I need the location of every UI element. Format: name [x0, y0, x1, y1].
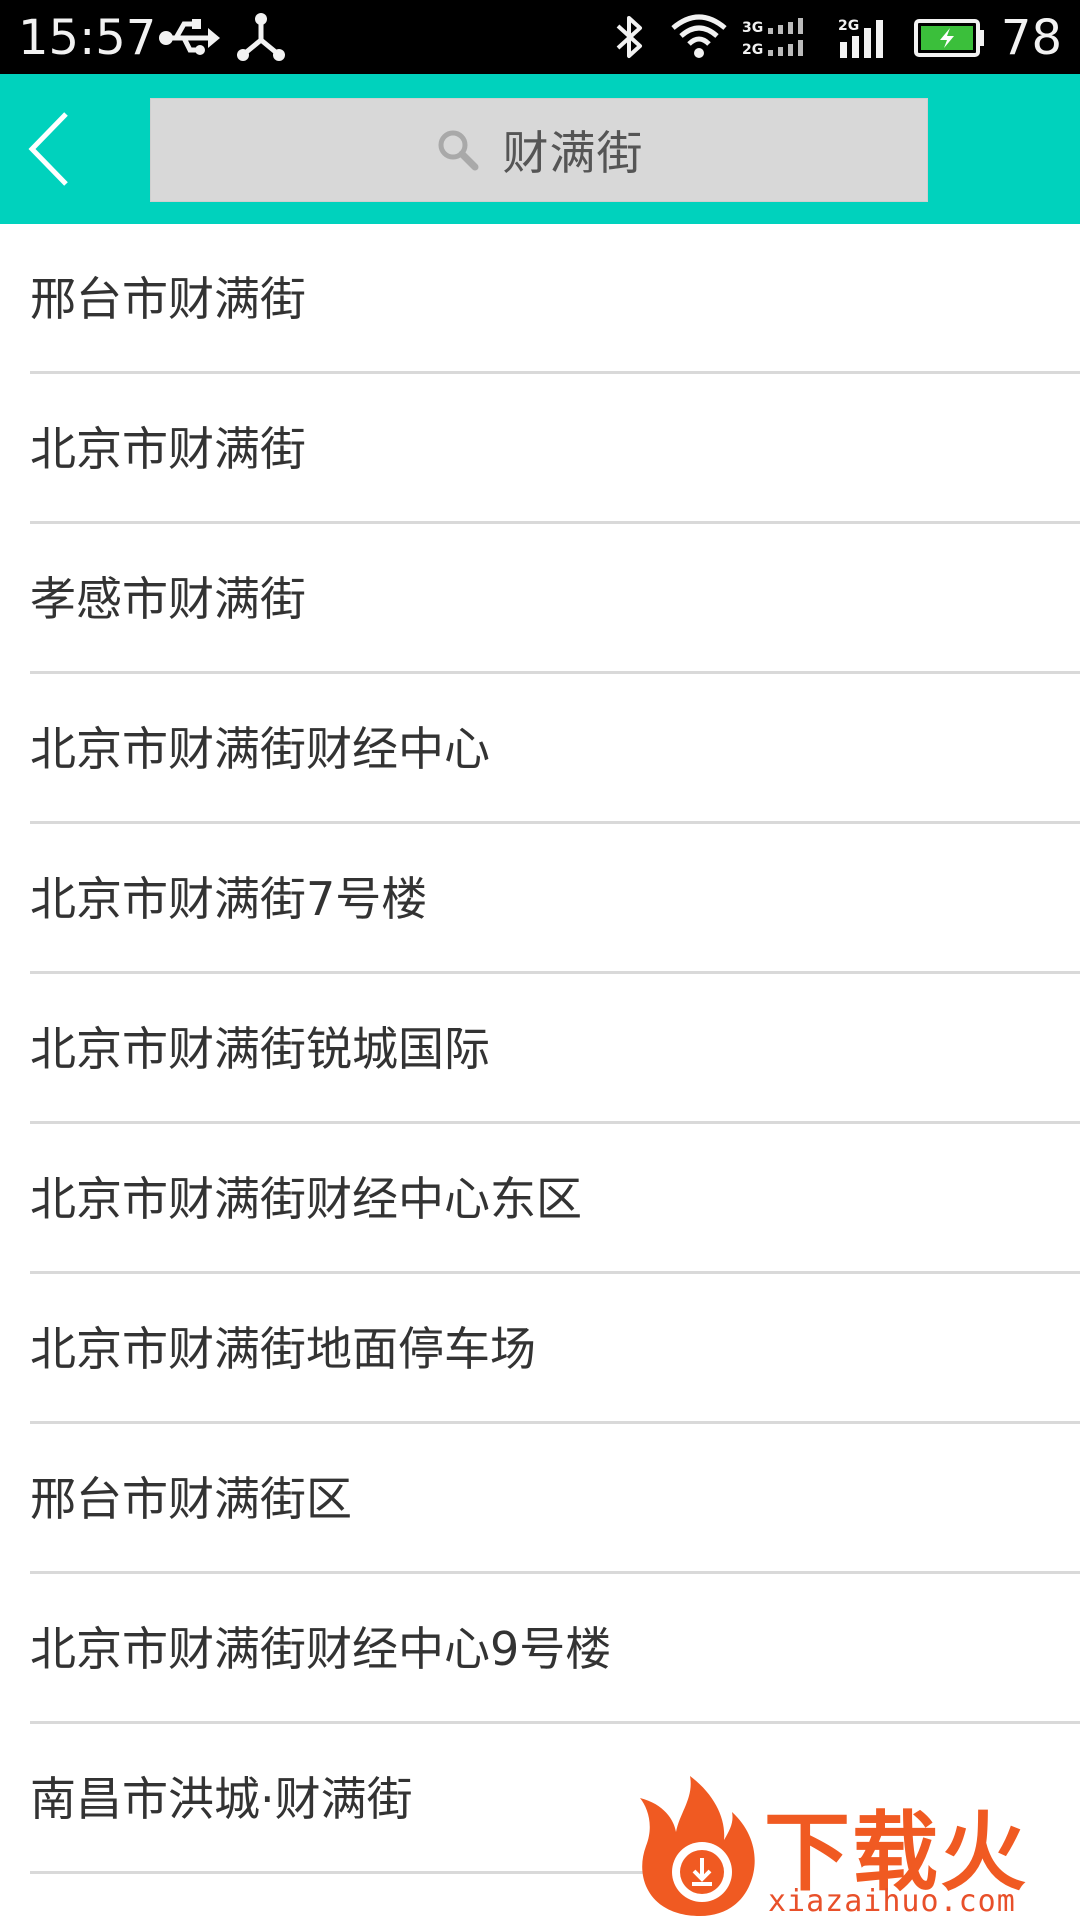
list-item-label: 北京市财满街7号楼 — [30, 872, 428, 926]
divider — [30, 1871, 660, 1874]
wifi-icon — [671, 14, 727, 58]
watermark-site: xiazaihuo.com — [768, 1884, 1016, 1919]
svg-text:2G: 2G — [742, 42, 763, 58]
list-item-label: 北京市财满街锐城国际 — [30, 1022, 490, 1076]
list-item-label: 邢台市财满街 — [30, 272, 306, 326]
list-item-label: 邢台市财满街区 — [30, 1472, 352, 1526]
share-icon — [237, 13, 285, 61]
svg-text:3G: 3G — [742, 20, 763, 36]
watermark-logo: 下载火 xiazaihuo.com — [630, 1768, 1080, 1920]
list-item[interactable]: 邢台市财满街 — [0, 224, 1080, 374]
back-button[interactable] — [20, 104, 100, 194]
screen: 15:57 3G 2G 2G 78 财满街 邢台市财满街 北京市财满街 孝感市财… — [0, 0, 1080, 1920]
list-item[interactable]: 北京市财满街财经中心 — [0, 674, 1080, 824]
list-item-label: 北京市财满街财经中心东区 — [30, 1172, 582, 1226]
search-icon — [438, 130, 478, 171]
list-item[interactable]: 北京市财满街7号楼 — [0, 824, 1080, 974]
list-item[interactable]: 邢台市财满街区 — [0, 1424, 1080, 1574]
search-query: 财满街 — [502, 126, 644, 180]
battery-level: 78 — [1000, 10, 1062, 66]
battery-charging-icon — [914, 19, 984, 57]
list-item-label: 北京市财满街 — [30, 422, 306, 476]
list-item-label: 孝感市财满街 — [30, 572, 306, 626]
list-item[interactable]: 北京市财满街财经中心9号楼 — [0, 1574, 1080, 1724]
status-time: 15:57 — [18, 10, 157, 66]
signal-2g-icon: 2G — [838, 18, 883, 58]
list-item-label: 北京市财满街财经中心9号楼 — [30, 1622, 612, 1676]
list-item[interactable]: 北京市财满街锐城国际 — [0, 974, 1080, 1124]
result-list: 邢台市财满街 北京市财满街 孝感市财满街 北京市财满街财经中心 北京市财满街7号… — [0, 224, 1080, 1874]
list-item[interactable]: 北京市财满街 — [0, 374, 1080, 524]
chevron-left-icon — [28, 112, 68, 186]
app-header: 财满街 — [0, 74, 1080, 224]
bluetooth-icon — [616, 16, 642, 58]
list-item-label: 南昌市洪城·财满街 — [30, 1772, 413, 1826]
list-item[interactable]: 孝感市财满街 — [0, 524, 1080, 674]
list-item-label: 北京市财满街财经中心 — [30, 722, 490, 776]
search-input[interactable]: 财满街 — [150, 98, 928, 202]
signal-3g-2g-icon: 3G 2G — [742, 18, 803, 58]
usb-icon — [159, 19, 220, 55]
list-item-label: 北京市财满街地面停车场 — [30, 1322, 536, 1376]
list-item[interactable]: 北京市财满街财经中心东区 — [0, 1124, 1080, 1274]
status-bar: 15:57 3G 2G 2G 78 — [0, 0, 1080, 74]
flame-logo-icon — [640, 1776, 755, 1916]
list-item[interactable]: 北京市财满街地面停车场 — [0, 1274, 1080, 1424]
svg-text:2G: 2G — [838, 18, 859, 34]
